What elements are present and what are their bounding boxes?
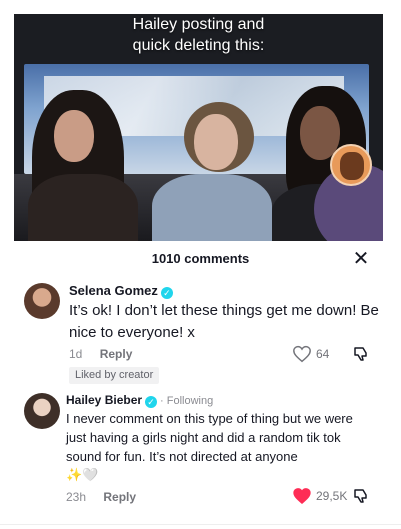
- like-button[interactable]: 29,5K: [292, 487, 347, 505]
- close-icon[interactable]: ✕: [351, 249, 371, 269]
- comment-emojis: ✨🤍: [66, 467, 99, 482]
- reply-button[interactable]: Reply: [103, 490, 136, 504]
- comment-text: I never comment on this type of thing bu…: [66, 411, 353, 464]
- dislike-icon[interactable]: [353, 488, 369, 504]
- comment-text: It’s ok! I don’t let these things get me…: [69, 302, 379, 341]
- comment-age: 1d: [69, 347, 83, 361]
- heart-outline-icon: [293, 345, 311, 363]
- comment-age: 23h: [66, 490, 87, 504]
- avatar[interactable]: [24, 393, 60, 429]
- person-left-body: [28, 174, 138, 241]
- heart-filled-icon: [293, 488, 311, 505]
- like-count: 64: [316, 347, 330, 361]
- verified-icon: ✓: [145, 396, 158, 408]
- following-label: · Following: [160, 395, 214, 407]
- sticker-image: [330, 144, 372, 186]
- comment-author[interactable]: Selena Gomez ✓: [69, 283, 173, 299]
- author-name: Selena Gomez: [69, 283, 158, 298]
- author-name: Hailey Bieber: [66, 393, 143, 407]
- comment-meta: 1d Reply: [69, 347, 132, 361]
- reply-button[interactable]: Reply: [100, 347, 133, 361]
- person-left-face: [54, 110, 94, 162]
- person-center-face: [194, 114, 238, 170]
- avatar[interactable]: [24, 283, 60, 319]
- like-count: 29,5K: [316, 489, 348, 503]
- verified-icon: ✓: [160, 287, 173, 299]
- comment-meta: 23h Reply: [66, 490, 136, 504]
- dislike-icon[interactable]: [353, 346, 369, 362]
- like-button[interactable]: 64: [292, 345, 329, 363]
- comments-count: 1010 comments: [151, 251, 250, 266]
- divider: [0, 524, 401, 525]
- video-frame[interactable]: Hailey posting and quick deleting this:: [14, 14, 383, 241]
- person-center-body: [152, 174, 272, 241]
- comment-author[interactable]: Hailey Bieber ✓ · Following: [66, 393, 213, 408]
- video-caption: Hailey posting and quick deleting this:: [132, 16, 265, 54]
- liked-by-creator-badge: Liked by creator: [69, 367, 160, 384]
